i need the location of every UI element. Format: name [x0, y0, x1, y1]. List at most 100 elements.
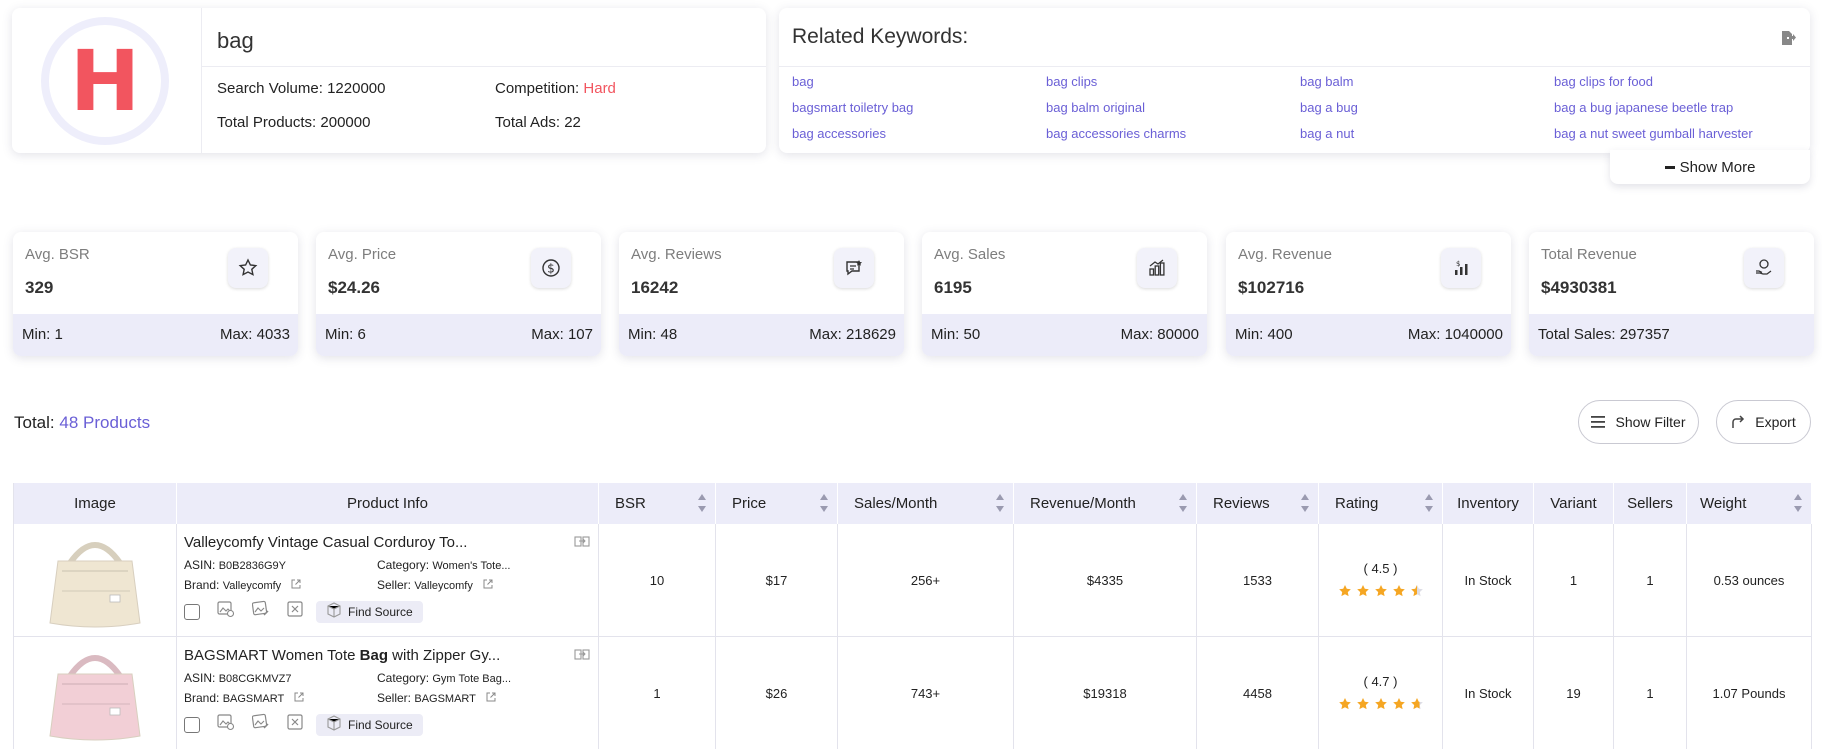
related-keyword-link[interactable]: bag accessories charms: [1046, 126, 1186, 141]
product-title-part: BAGSMART Women Tote: [184, 647, 360, 664]
column-header[interactable]: Revenue/Month: [1014, 483, 1197, 524]
export-keywords-icon[interactable]: [1780, 30, 1796, 46]
table-cell: In Stock: [1443, 524, 1534, 637]
show-more-label: Show More: [1679, 158, 1756, 176]
table-cell: $17: [716, 524, 838, 637]
sort-icon[interactable]: [1424, 491, 1434, 515]
compare-icon[interactable]: [574, 648, 590, 667]
related-keyword-link[interactable]: bag a nut: [1300, 126, 1354, 141]
select-checkbox[interactable]: [184, 603, 200, 620]
stat-value: $24.26: [328, 278, 380, 297]
find-source-button[interactable]: Find Source: [316, 600, 423, 623]
difficulty-logo: H: [41, 17, 169, 145]
cell-bsr: 10: [649, 573, 665, 588]
sort-icon[interactable]: [1300, 491, 1310, 515]
sort-icon[interactable]: [1793, 491, 1803, 515]
compare-icon[interactable]: [574, 535, 590, 554]
review-icon: [834, 248, 874, 288]
search-volume: Search Volume: 1220000: [217, 80, 385, 97]
select-checkbox[interactable]: [184, 716, 200, 733]
external-link-icon[interactable]: [483, 578, 493, 592]
cell-sellers: 1: [1646, 686, 1654, 701]
package-icon: [326, 602, 342, 621]
stat-label: Avg. Reviews: [631, 246, 722, 263]
seller-label: Seller:: [377, 691, 412, 705]
product-title-link[interactable]: Valleycomfy Vintage Casual Corduroy To..…: [184, 534, 467, 551]
minus-icon: [1664, 165, 1675, 169]
column-header[interactable]: Sales/Month: [838, 483, 1014, 524]
stat-min: Min: 400: [1235, 326, 1293, 343]
category-label: Category:: [377, 558, 430, 572]
show-more-button[interactable]: Show More: [1610, 150, 1810, 184]
find-source-button[interactable]: Find Source: [316, 713, 423, 736]
image-edit-icon[interactable]: [251, 600, 270, 623]
stat-max: Max: 4033: [219, 326, 290, 343]
cell-price: $17: [765, 573, 788, 588]
star-icon: [228, 248, 268, 288]
related-keyword-link[interactable]: bag: [792, 74, 814, 89]
column-header[interactable]: BSR: [599, 483, 716, 524]
stat-card: Avg. Price $24.26 $ Min: 6 Max: 107: [316, 232, 601, 356]
related-keyword-link[interactable]: bag clips for food: [1554, 74, 1653, 89]
stat-label: Total Revenue: [1541, 246, 1637, 263]
sort-icon[interactable]: [995, 491, 1005, 515]
brand-label: Brand:: [184, 691, 220, 705]
related-keyword-link[interactable]: bag accessories: [792, 126, 886, 141]
difficulty-letter: H: [69, 32, 141, 130]
related-keyword-link[interactable]: bag a bug japanese beetle trap: [1554, 100, 1733, 115]
stat-label: Avg. Revenue: [1238, 246, 1332, 263]
star-icon: [1410, 697, 1424, 714]
divider: [202, 66, 766, 67]
export-button[interactable]: Export: [1716, 400, 1811, 444]
related-keyword-link[interactable]: bag clips: [1046, 74, 1097, 89]
image-edit-icon[interactable]: [251, 713, 270, 736]
table-cell: 1: [1614, 637, 1687, 749]
total-products: Total Products: 200000: [217, 114, 370, 131]
cell-revenue: $4335: [1086, 573, 1124, 588]
related-keyword-link[interactable]: bag balm: [1300, 74, 1353, 89]
remove-icon[interactable]: [287, 714, 303, 735]
brand-value: Valleycomfy: [222, 580, 282, 592]
total-ads: Total Ads: 22: [495, 114, 581, 131]
column-header-label: Inventory: [1457, 495, 1519, 512]
find-source-label: Find Source: [348, 604, 413, 619]
external-link-icon[interactable]: [486, 691, 496, 705]
sales-chart-icon: [1137, 248, 1177, 288]
column-header-label: Variant: [1550, 495, 1597, 512]
stat-card: Avg. Sales 6195 Min: 50 Max: 80000: [922, 232, 1207, 356]
product-title-link[interactable]: BAGSMART Women Tote Bag with Zipper Gy..…: [184, 647, 500, 664]
sort-icon[interactable]: [1178, 491, 1188, 515]
stat-footer: Min: 400 Max: 1040000: [1226, 314, 1511, 356]
brand: Brand: BAGSMART: [184, 691, 304, 705]
competition-value: Hard: [583, 80, 616, 97]
related-keyword-link[interactable]: bag a nut sweet gumball harvester: [1554, 126, 1753, 141]
sort-icon[interactable]: [697, 491, 707, 515]
cell-sales: 743+: [910, 686, 941, 701]
column-header: Sellers: [1614, 483, 1687, 524]
related-keyword-link[interactable]: bag a bug: [1300, 100, 1358, 115]
product-title-highlight: Bag: [359, 647, 388, 664]
column-header[interactable]: Weight: [1687, 483, 1812, 524]
stat-value: 6195: [934, 278, 972, 297]
total-products-value: 200000: [320, 114, 371, 131]
cell-revenue: $19318: [1083, 686, 1127, 701]
related-keyword-link[interactable]: bag balm original: [1046, 100, 1145, 115]
related-keyword-link[interactable]: bagsmart toiletry bag: [792, 100, 913, 115]
star-icon: [1374, 697, 1388, 714]
stat-max: Max: 107: [531, 326, 593, 343]
show-filter-button[interactable]: Show Filter: [1578, 400, 1699, 444]
stat-label: Avg. Price: [328, 246, 397, 263]
column-header[interactable]: Reviews: [1197, 483, 1319, 524]
image-search-icon[interactable]: [217, 600, 235, 623]
column-header[interactable]: Price: [716, 483, 838, 524]
seller: Seller: BAGSMART: [377, 691, 496, 705]
stat-card: Avg. BSR 329 Min: 1 Max: 4033: [13, 232, 298, 356]
table-cell: ( 4.5 ): [1319, 524, 1443, 637]
sort-icon[interactable]: [819, 491, 829, 515]
column-header-label: Reviews: [1213, 495, 1270, 512]
image-search-icon[interactable]: [217, 713, 235, 736]
column-header[interactable]: Rating: [1319, 483, 1443, 524]
remove-icon[interactable]: [287, 601, 303, 622]
external-link-icon[interactable]: [294, 691, 304, 705]
external-link-icon[interactable]: [291, 578, 301, 592]
